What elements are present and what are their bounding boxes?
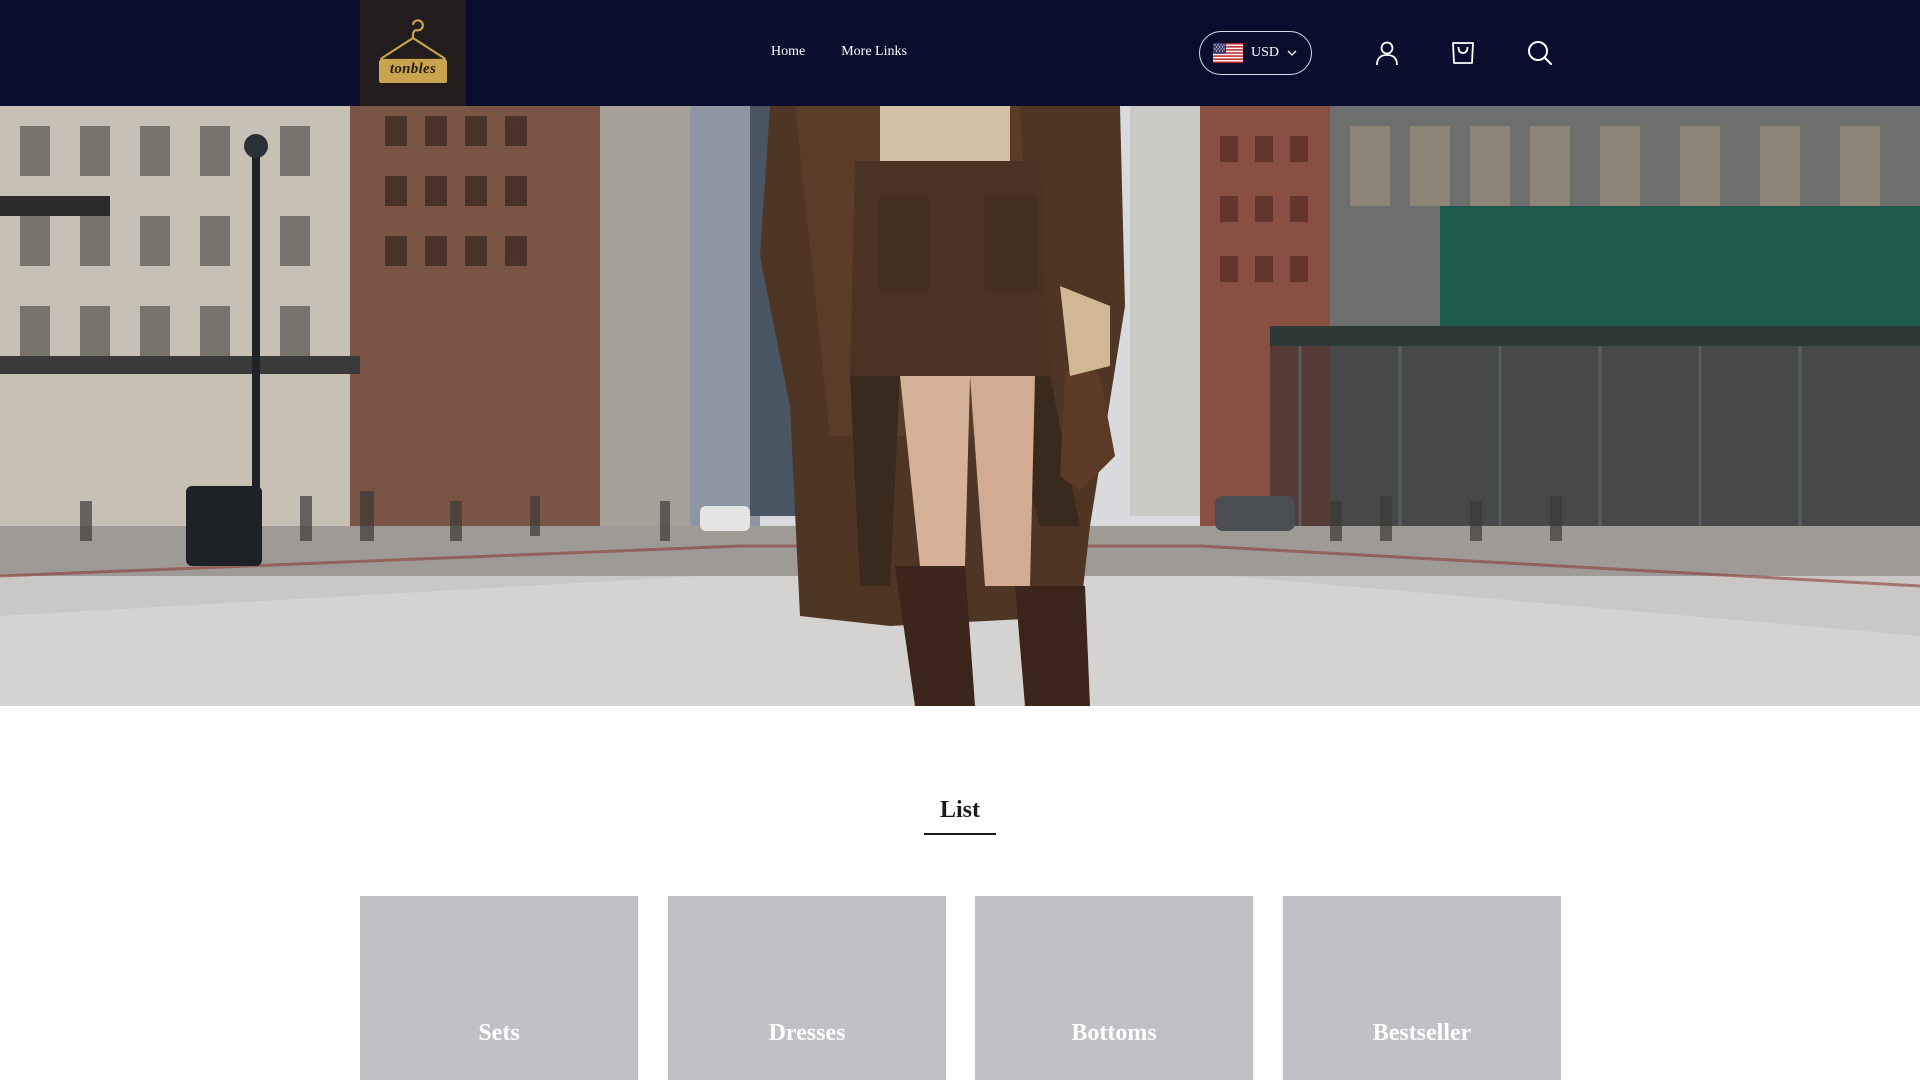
chevron-down-icon	[1287, 50, 1297, 56]
currency-code: USD	[1251, 45, 1280, 60]
search-button[interactable]	[1526, 39, 1554, 67]
nav-link-more-links[interactable]: More Links	[841, 44, 907, 60]
hero-image	[0, 106, 1920, 706]
search-icon	[1528, 41, 1552, 65]
category-card-sets[interactable]: Sets	[360, 896, 638, 1080]
cart-icon	[1452, 42, 1474, 64]
site-header: tonbles Home More Links USD	[0, 0, 1920, 106]
category-label: Dresses	[768, 1020, 846, 1046]
category-card-bottoms[interactable]: Bottoms	[975, 896, 1253, 1080]
section-title: List	[939, 797, 980, 823]
brand-logo[interactable]: tonbles	[360, 0, 466, 106]
hero-banner[interactable]	[0, 106, 1920, 706]
currency-selector[interactable]: USD	[1199, 31, 1312, 75]
category-label: Sets	[478, 1020, 520, 1046]
main-nav: Home More Links	[771, 44, 907, 60]
category-card-dresses[interactable]: Dresses	[668, 896, 946, 1080]
user-icon	[1376, 41, 1398, 66]
nav-link-home[interactable]: Home	[771, 44, 805, 60]
category-label: Bottoms	[1071, 1020, 1157, 1046]
category-label: Bestseller	[1372, 1020, 1472, 1046]
brand-name: tonbles	[389, 61, 437, 77]
category-grid: Sets Dresses Bottoms Bestseller	[360, 896, 1561, 1080]
section-title-underline	[924, 833, 996, 835]
category-card-bestseller[interactable]: Bestseller	[1283, 896, 1561, 1080]
us-flag-icon	[1213, 43, 1243, 63]
account-button[interactable]	[1373, 39, 1401, 67]
cart-button[interactable]	[1449, 39, 1477, 67]
hanger-icon	[379, 19, 447, 83]
